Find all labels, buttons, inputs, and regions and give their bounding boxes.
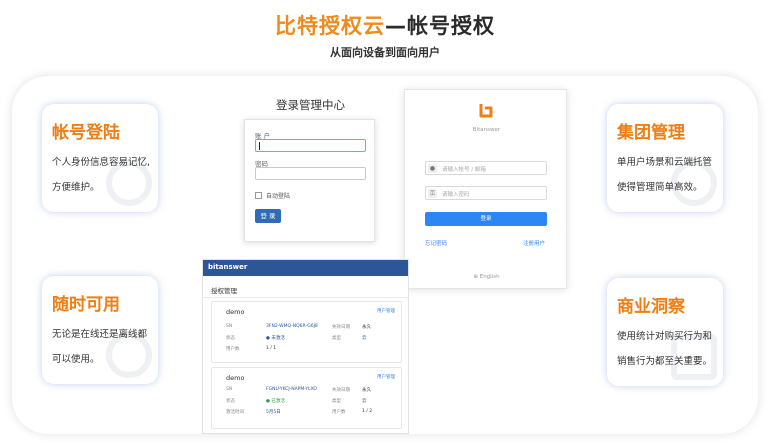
sn-label: SN — [226, 387, 233, 392]
brand-name: Bitanswer — [472, 127, 501, 133]
user-icon: ● — [428, 164, 437, 173]
text-caret — [259, 142, 260, 150]
account-input[interactable] — [255, 139, 366, 152]
sn-label: SN — [226, 324, 233, 329]
license-topbar: bitanswer — [203, 260, 408, 276]
license-panel: bitanswer 授权管理 demo 用户管理 SN 3FN2-WMQ-NQ6… — [202, 259, 409, 434]
type-value: 云 — [362, 399, 367, 404]
count-value: 1 / 2 — [362, 409, 373, 414]
license-logo: bitanswer — [208, 263, 248, 271]
type-label: 类型 — [332, 336, 341, 341]
type-label: 类型 — [332, 399, 341, 404]
sn-value: FGNU-YKCJ-NAPM-YLXO — [266, 387, 317, 392]
feature-desc: 无论是在线还是离线都可以使用。 — [52, 329, 148, 365]
activation-time-label: 激活时间 — [226, 410, 244, 415]
count-label: 用户数 — [332, 410, 346, 415]
feature-title: 帐号登陆 — [52, 123, 120, 143]
feature-business-insight: 商业洞察 使用统计对购买行为和销售行为都至关重要。 — [607, 278, 723, 386]
status-label: 状态 — [226, 336, 235, 341]
license-heading: 授权管理 — [211, 287, 237, 295]
user-login-card: Bitanswer ● 请输入帐号 / 邮箱 ⚿ 请输入密码 登录 忘记密码 注… — [404, 89, 567, 289]
status-value: ● 已激活 — [266, 399, 285, 404]
feature-title: 商业洞察 — [617, 297, 685, 317]
user-manage-link[interactable]: 用户管理 — [377, 308, 395, 314]
license-name: demo — [226, 374, 245, 382]
language-switch[interactable]: ⊕ English — [405, 274, 568, 280]
license-item: demo 用户管理 SN FGNU-YKCJ-NAPM-YLXO 失效日期 永久… — [211, 367, 402, 429]
page-title: 比特授权云—帐号授权 — [0, 10, 770, 40]
placeholder: 请输入密码 — [442, 192, 470, 198]
language-label: English — [479, 274, 500, 280]
bitanswer-logo-icon — [479, 104, 493, 118]
account-email-input[interactable]: ● 请输入帐号 / 邮箱 — [425, 161, 547, 175]
type-value: 云 — [362, 336, 367, 341]
feature-account-login: 帐号登陆 个人身份信息容易记忆,方便维护。 — [42, 104, 158, 212]
submit-login-button[interactable]: 登录 — [425, 212, 547, 226]
feature-always-available: 随时可用 无论是在线还是离线都可以使用。 — [42, 276, 158, 384]
title-brand: 比特授权云 — [275, 14, 385, 38]
remember-label: 自动登陆 — [266, 193, 291, 200]
expire-value: 永久 — [362, 388, 371, 393]
feature-desc: 单用户场景和云端托管使得管理简单高效。 — [617, 157, 713, 193]
forgot-password-link[interactable]: 忘记密码 — [425, 239, 447, 247]
password-input[interactable] — [255, 167, 366, 180]
status-label: 状态 — [226, 399, 235, 404]
login-manage-card: 账 户 密码 自动登陆 登 录 — [244, 119, 375, 242]
sn-value: 3FN2-WMQ-NQ6R-G6J8 — [266, 324, 318, 329]
activation-time-value: 5月5日 — [266, 410, 281, 415]
expire-label: 失效日期 — [332, 388, 350, 393]
feature-desc: 使用统计对购买行为和销售行为都至关重要。 — [617, 331, 713, 367]
user-manage-link[interactable]: 用户管理 — [377, 374, 395, 380]
expire-label: 失效日期 — [332, 325, 350, 330]
feature-title: 集团管理 — [617, 123, 685, 143]
login-manage-heading: 登录管理中心 — [276, 98, 345, 112]
status-value: ● 未激活 — [266, 336, 285, 341]
password-field[interactable]: ⚿ 请输入密码 — [425, 186, 547, 200]
register-link[interactable]: 注册用户 — [523, 239, 545, 247]
count-label: 用户数 — [226, 347, 240, 352]
count-value: 1 / 1 — [266, 346, 277, 351]
feature-group-management: 集团管理 单用户场景和云端托管使得管理简单高效。 — [607, 104, 723, 212]
license-name: demo — [226, 308, 245, 316]
placeholder: 请输入帐号 / 邮箱 — [442, 167, 486, 173]
login-button[interactable]: 登 录 — [255, 209, 281, 223]
key-icon: ⚿ — [428, 189, 437, 198]
remember-checkbox[interactable] — [255, 192, 262, 199]
feature-title: 随时可用 — [52, 295, 120, 315]
expire-value: 永久 — [362, 325, 371, 330]
feature-desc: 个人身份信息容易记忆,方便维护。 — [52, 157, 151, 193]
license-item: demo 用户管理 SN 3FN2-WMQ-NQ6R-G6J8 失效日期 永久 … — [211, 301, 402, 363]
divider — [203, 297, 408, 298]
title-rest: —帐号授权 — [385, 14, 495, 38]
page-subtitle: 从面向设备到面向用户 — [330, 46, 440, 59]
